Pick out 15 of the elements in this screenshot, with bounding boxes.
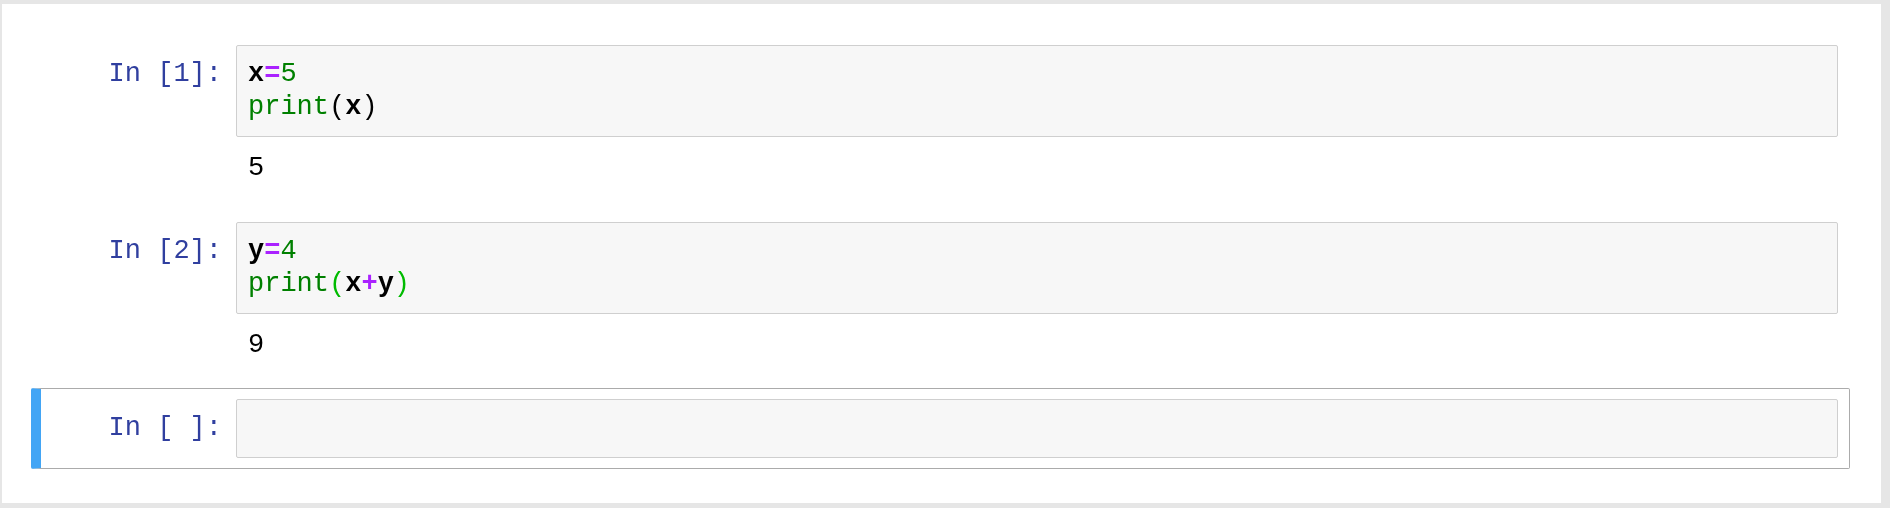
prompt-label: In [1]: xyxy=(107,58,222,91)
output-text: 9 xyxy=(248,329,265,362)
code-line: y=4 xyxy=(248,235,297,268)
code-input[interactable]: x=5 print(x) xyxy=(236,45,1838,137)
prompt-label: In [2]: xyxy=(107,235,222,268)
code-line: print(x) xyxy=(248,91,378,124)
code-cell[interactable]: In [1]: x=5 print(x) 5 xyxy=(31,34,1850,211)
code-input[interactable]: y=4 print(x+y) xyxy=(236,222,1838,314)
code-cell[interactable]: In [2]: y=4 print(x+y) 9 xyxy=(31,211,1850,388)
output-text: 5 xyxy=(248,152,265,185)
code-input[interactable] xyxy=(236,399,1838,458)
code-line: print(x+y) xyxy=(248,268,411,301)
code-cell[interactable]: In [ ]: xyxy=(31,388,1850,469)
prompt-label: In [ ]: xyxy=(107,412,222,445)
code-line: x=5 xyxy=(248,58,297,91)
